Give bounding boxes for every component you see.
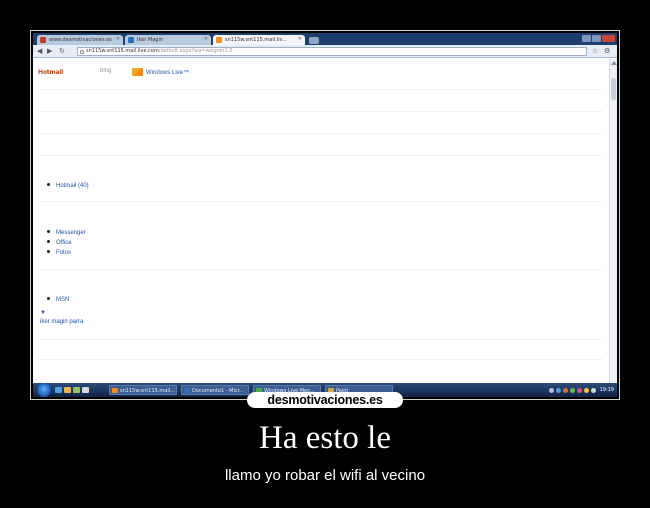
start-orb-button[interactable] [37, 383, 51, 397]
tab-label: sn115w.snt115.mail.liv... [225, 37, 287, 43]
link-list-mail: Hotmail (40) [47, 181, 89, 191]
taskbar-item-label: sn115w.snt115.mail... [120, 388, 175, 394]
favicon-icon [40, 37, 46, 43]
forward-arrow-icon[interactable]: ▶ [47, 47, 52, 56]
tray-alert-icon[interactable] [583, 387, 589, 393]
tray-security-icon[interactable] [562, 387, 568, 393]
windows-live-link[interactable]: Windows Live™ [132, 68, 189, 76]
windows-flag-icon [132, 68, 143, 76]
link-msn[interactable]: MSN [47, 295, 69, 305]
bing-logo[interactable]: bing [100, 68, 111, 74]
close-tab-icon[interactable]: ✕ [116, 36, 120, 42]
taskbar-item-label: Documento1 - Micr... [192, 388, 244, 394]
page-icon [80, 50, 84, 54]
wrench-icon[interactable]: ⚙ [604, 47, 610, 56]
tab-label: www.desmotivaciones.es [49, 37, 112, 43]
tab-label: Iker Magin [137, 37, 164, 43]
taskbar-app-icon [112, 388, 118, 393]
close-window-button[interactable] [602, 35, 615, 42]
tab-desmotivaciones[interactable]: www.desmotivaciones.es ✕ [37, 35, 123, 45]
reload-icon[interactable]: ↻ [59, 47, 65, 56]
taskbar-item-browser[interactable]: sn115w.snt115.mail... [109, 385, 177, 395]
favicon-icon [128, 37, 134, 43]
separator [37, 339, 603, 340]
tab-iker-magin[interactable]: Iker Magin ✕ [125, 35, 211, 45]
browser-toolbar: ◀ ▶ ↻ sn115w.snt115.mail.live.com/defaul… [33, 45, 617, 58]
tab-hotmail[interactable]: sn115w.snt115.mail.liv... ✕ [213, 35, 305, 45]
system-tray: 19:19 [548, 386, 614, 394]
taskbar-item-word[interactable]: Documento1 - Micr... [181, 385, 249, 395]
taskbar-app-icon [184, 388, 190, 393]
scroll-up-icon[interactable] [611, 61, 617, 65]
site-logo: desmotivaciones.es [247, 392, 403, 408]
new-tab-button[interactable] [309, 37, 319, 44]
quicklaunch-folder-icon[interactable] [64, 387, 71, 393]
close-tab-icon[interactable]: ✕ [204, 36, 208, 42]
separator [37, 133, 603, 134]
tray-network-icon[interactable] [555, 387, 561, 393]
poster-frame: www.desmotivaciones.es ✕ Iker Magin ✕ sn… [30, 30, 620, 400]
tray-volume-icon[interactable] [590, 387, 596, 393]
favicon-icon [216, 37, 222, 43]
dropdown-arrow-icon[interactable]: ▼ [40, 310, 46, 316]
separator [37, 359, 603, 360]
screenshot: www.desmotivaciones.es ✕ Iker Magin ✕ sn… [33, 33, 617, 397]
hotmail-logo-text: Hotmail [38, 69, 64, 76]
poster-headline: Ha esto le [259, 420, 391, 456]
scroll-thumb[interactable] [611, 78, 616, 100]
link-office[interactable]: Office [47, 238, 86, 248]
separator [37, 89, 603, 90]
tray-app-icon[interactable] [576, 387, 582, 393]
browser-titlebar: www.desmotivaciones.es ✕ Iker Magin ✕ sn… [33, 33, 617, 45]
quicklaunch-ie-icon[interactable] [55, 387, 62, 393]
separator [37, 111, 603, 112]
quicklaunch-desktop-icon[interactable] [82, 387, 89, 393]
taskbar-clock: 19:19 [599, 387, 614, 393]
back-arrow-icon[interactable]: ◀ [37, 47, 42, 56]
webpage-content: Hotmail bing Windows Live™ Hotmail (40) … [33, 59, 609, 383]
link-hotmail[interactable]: Hotmail (40) [47, 181, 89, 191]
link-fotos[interactable]: Fotos [47, 248, 86, 258]
tray-messenger-icon[interactable] [569, 387, 575, 393]
maximize-button[interactable] [592, 35, 601, 42]
link-messenger[interactable]: Messenger [47, 228, 86, 238]
minimize-button[interactable] [582, 35, 591, 42]
separator [37, 269, 603, 270]
hotmail-logo[interactable]: Hotmail [38, 69, 63, 76]
windows-live-label: Windows Live™ [146, 70, 190, 76]
address-bar[interactable]: sn115w.snt115.mail.live.com/default.aspx… [77, 47, 587, 56]
separator [37, 155, 603, 156]
window-controls [582, 35, 615, 42]
separator [37, 201, 603, 202]
profile-name-link[interactable]: iker magin parra [40, 319, 83, 325]
url-path: /default.aspx?wa=wsignin1.0 [158, 48, 233, 54]
quicklaunch-media-icon[interactable] [73, 387, 80, 393]
link-list-services: Messenger Office Fotos [47, 228, 86, 258]
poster-subtitle: llamo yo robar el wifi al vecino [224, 467, 426, 484]
bookmark-star-icon[interactable]: ☆ [592, 47, 598, 56]
close-tab-icon[interactable]: ✕ [298, 36, 302, 42]
tray-language-icon[interactable] [548, 387, 554, 393]
page-scrollbar[interactable] [609, 59, 617, 383]
url-host: sn115w.snt115.mail.live.com [86, 48, 159, 54]
link-list-msn: MSN [47, 295, 69, 305]
